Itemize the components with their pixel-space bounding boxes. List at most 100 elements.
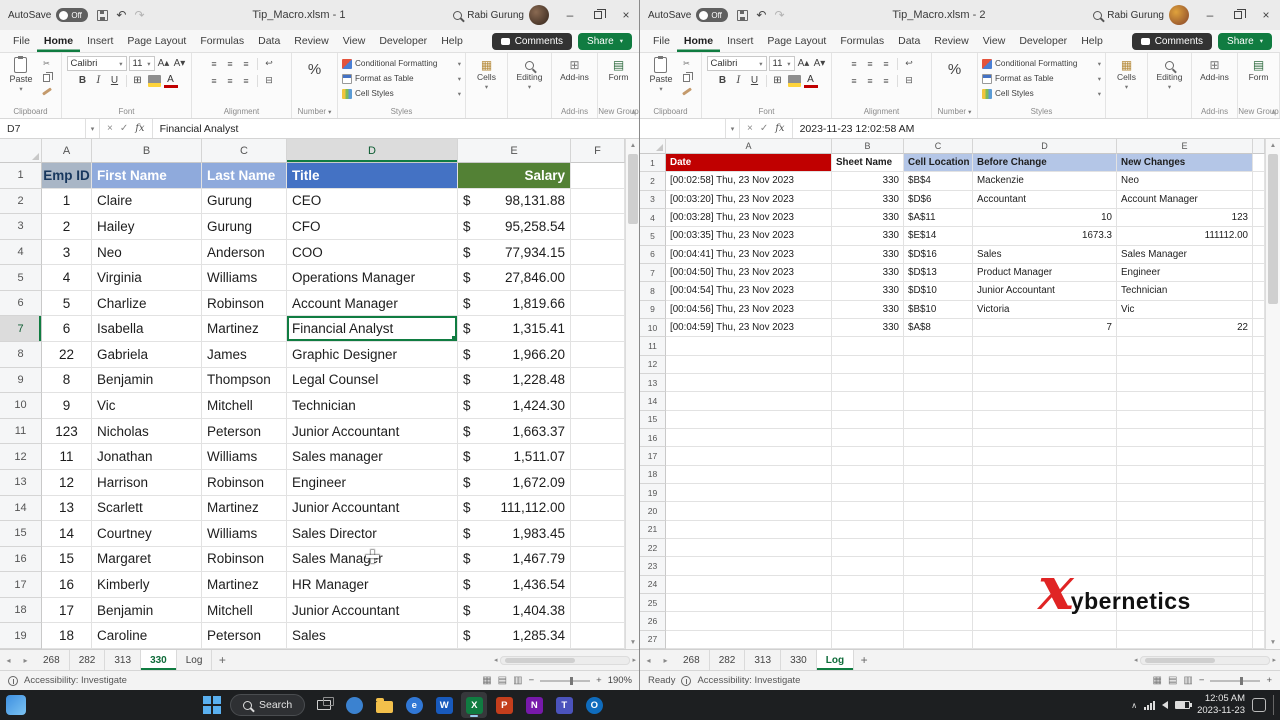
cell-D6[interactable]: Sales: [973, 245, 1117, 264]
cell-E2[interactable]: $98,131.88: [458, 188, 571, 215]
align-center-icon[interactable]: ≡: [223, 73, 237, 88]
cell-E10[interactable]: $1,424.30: [458, 393, 571, 419]
cell[interactable]: [832, 612, 904, 631]
page-layout-view-icon[interactable]: ▤: [498, 675, 507, 686]
cell[interactable]: [1253, 410, 1265, 429]
cell[interactable]: [1117, 520, 1253, 539]
align-bottom-icon[interactable]: ≡: [879, 56, 893, 71]
accessibility-status[interactable]: Accessibility: Investigate: [24, 675, 127, 686]
grow-font-button[interactable]: A▴: [797, 56, 811, 71]
shrink-font-button[interactable]: A▾: [813, 56, 827, 71]
ribbon-tab-help[interactable]: Help: [434, 30, 470, 52]
align-left-icon[interactable]: ≡: [207, 73, 221, 88]
cell-F18[interactable]: [571, 597, 625, 624]
sheet-tab-log[interactable]: Log: [176, 650, 213, 670]
cell-B8[interactable]: Gabriela: [92, 342, 202, 368]
cell-F19[interactable]: [571, 623, 625, 649]
row-header-6[interactable]: 6: [0, 290, 42, 317]
format-painter-icon[interactable]: [40, 86, 54, 97]
row-header-19[interactable]: 19: [0, 623, 42, 649]
row-header-18[interactable]: 18: [640, 465, 666, 484]
cell-B4[interactable]: 330: [832, 208, 904, 228]
column-header-A[interactable]: A: [42, 139, 92, 163]
cell[interactable]: [904, 593, 973, 613]
cell-E15[interactable]: $1,983.45: [458, 521, 571, 547]
cell[interactable]: [1117, 373, 1253, 393]
addins-button[interactable]: ⊞ Add-ins: [560, 59, 589, 82]
cell-C15[interactable]: Williams: [202, 521, 287, 547]
share-button[interactable]: Share ▾: [1218, 32, 1272, 50]
cell-C3[interactable]: Gurung: [202, 214, 287, 240]
cell-D10[interactable]: 7: [973, 318, 1117, 338]
cell[interactable]: [973, 538, 1117, 558]
cell[interactable]: [1253, 154, 1265, 173]
cell-F14[interactable]: [571, 495, 625, 522]
select-all-corner[interactable]: [0, 139, 42, 163]
cell-D5[interactable]: Operations Manager: [287, 265, 458, 291]
cell[interactable]: [666, 465, 832, 484]
cell[interactable]: [666, 630, 832, 649]
undo-icon[interactable]: ↶: [756, 9, 766, 21]
row-header-8[interactable]: 8: [0, 342, 42, 368]
zoom-in-icon[interactable]: +: [596, 675, 602, 686]
align-middle-icon[interactable]: ≡: [223, 56, 237, 71]
cell[interactable]: [666, 355, 832, 374]
ribbon-tab-developer[interactable]: Developer: [1012, 30, 1074, 52]
cell-styles-button[interactable]: Cell Styles ▾: [980, 86, 1103, 101]
cell-A15[interactable]: 14: [42, 521, 92, 547]
ribbon-tab-formulas[interactable]: Formulas: [193, 30, 251, 52]
cell-D7[interactable]: Product Manager: [973, 263, 1117, 283]
cell-B4[interactable]: Neo: [92, 239, 202, 266]
sheet-tab-313[interactable]: 313: [745, 650, 782, 670]
row-header-11[interactable]: 11: [640, 337, 666, 356]
cell[interactable]: [1117, 337, 1253, 356]
copy-icon[interactable]: [680, 71, 694, 83]
row-header-20[interactable]: 20: [640, 502, 666, 521]
user-chip[interactable]: Rabi Gurung: [467, 5, 549, 25]
row-header-27[interactable]: 27: [640, 630, 666, 649]
cell-E10[interactable]: 22: [1117, 318, 1253, 338]
row-header-9[interactable]: 9: [0, 367, 42, 394]
row-header-8[interactable]: 8: [640, 282, 666, 301]
cell-D18[interactable]: Junior Accountant: [287, 597, 458, 624]
ribbon-tab-file[interactable]: File: [646, 30, 677, 52]
cell[interactable]: [1253, 575, 1265, 594]
scroll-thumb[interactable]: [628, 154, 638, 224]
name-box[interactable]: D7: [0, 119, 86, 138]
collapse-ribbon-icon[interactable]: ∧: [1271, 108, 1276, 116]
cell[interactable]: [1253, 428, 1265, 448]
taskbar-icon-outlook[interactable]: O: [581, 692, 607, 718]
cell-A8[interactable]: 22: [42, 342, 92, 368]
row-header-16[interactable]: 16: [0, 546, 42, 573]
save-icon[interactable]: [737, 9, 749, 21]
cell-C7[interactable]: $D$13: [904, 263, 973, 283]
cell-C11[interactable]: Peterson: [202, 418, 287, 445]
ribbon-tab-data[interactable]: Data: [891, 30, 927, 52]
cell-B5[interactable]: 330: [832, 227, 904, 246]
ribbon-tab-help[interactable]: Help: [1074, 30, 1110, 52]
cells-button[interactable]: ▦ Cells ▾: [1117, 59, 1136, 91]
cell-C14[interactable]: Martinez: [202, 495, 287, 522]
cell-E14[interactable]: $111,112.00: [458, 495, 571, 522]
percent-style-button[interactable]: %: [308, 61, 321, 78]
align-left-icon[interactable]: ≡: [847, 73, 861, 88]
cell[interactable]: [1253, 392, 1265, 411]
cell[interactable]: [1253, 502, 1265, 521]
cell[interactable]: [1117, 428, 1253, 448]
autosave-toggle[interactable]: Off: [56, 8, 89, 22]
cell-E1[interactable]: Salary: [458, 163, 571, 189]
cell-C5[interactable]: Williams: [202, 265, 287, 291]
taskbar-search[interactable]: Search: [230, 694, 306, 716]
cell-B18[interactable]: Benjamin: [92, 597, 202, 624]
sheet-tab-268[interactable]: 268: [674, 650, 710, 670]
format-as-table-button[interactable]: Format as Table ▾: [340, 71, 463, 86]
cell-B3[interactable]: Hailey: [92, 214, 202, 240]
cell[interactable]: [1253, 172, 1265, 191]
editing-button[interactable]: Editing ▾: [1157, 59, 1183, 91]
align-right-icon[interactable]: ≡: [879, 73, 893, 88]
row-header-24[interactable]: 24: [640, 575, 666, 594]
cell-D16[interactable]: Sales Manager: [287, 546, 458, 573]
cell-B15[interactable]: Courtney: [92, 521, 202, 547]
taskbar-icon-onenote[interactable]: N: [521, 692, 547, 718]
bold-button[interactable]: B: [716, 73, 730, 88]
